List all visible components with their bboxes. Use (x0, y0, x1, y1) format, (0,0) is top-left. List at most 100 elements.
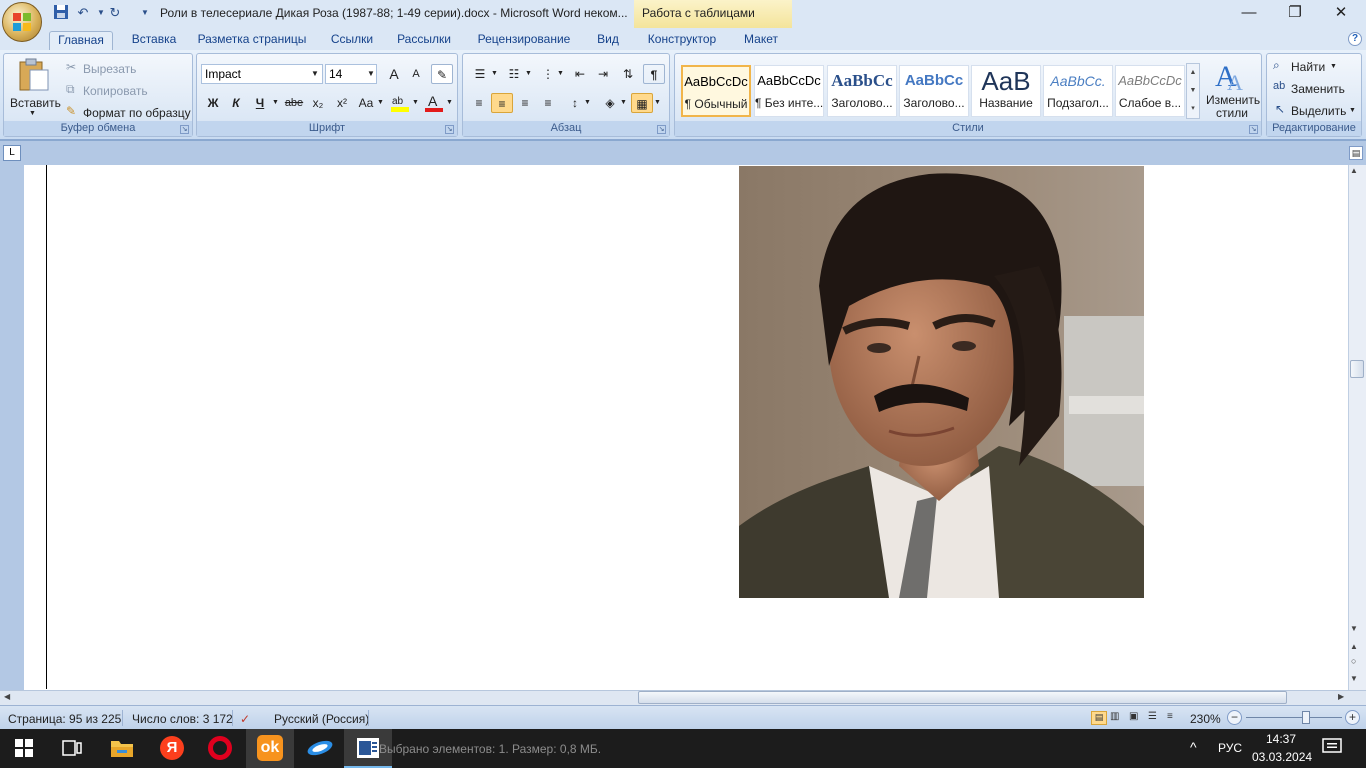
yandex-browser-icon[interactable]: Я (148, 729, 196, 768)
redo-icon[interactable]: ↻ (106, 4, 124, 22)
language-indicator[interactable]: Русский (Россия) (274, 712, 369, 726)
font-color-icon[interactable]: A (423, 92, 445, 114)
change-styles-button[interactable]: Изменить стили (1206, 94, 1260, 120)
tab-layout[interactable]: Макет (738, 31, 784, 50)
style-normal[interactable]: AaBbCcDc ¶ Обычный (681, 65, 751, 117)
zoom-out-icon[interactable]: − (1227, 710, 1242, 725)
clock-time[interactable]: 14:37 (1266, 732, 1296, 746)
italic-button[interactable]: К (225, 93, 247, 113)
file-explorer-icon[interactable] (98, 729, 146, 768)
paste-icon[interactable] (16, 58, 52, 92)
full-screen-reading-icon[interactable]: ▥ (1110, 711, 1119, 722)
bullets-dropdown-icon[interactable]: ▼ (491, 70, 498, 77)
view-ruler-icon[interactable]: ▤ (1349, 146, 1363, 160)
style-subtle-emphasis[interactable]: AaBbCcDc Слабое в... (1115, 65, 1185, 117)
tab-mailings[interactable]: Рассылки (392, 31, 456, 50)
browser-app-icon[interactable] (296, 729, 344, 768)
tab-review[interactable]: Рецензирование (470, 31, 578, 50)
minimize-button[interactable]: — (1226, 0, 1272, 28)
vertical-scroll-thumb[interactable] (1350, 360, 1364, 378)
clock-date[interactable]: 03.03.2024 (1252, 750, 1312, 764)
numbering-icon[interactable]: ☷ (503, 64, 525, 84)
borders-dropdown-icon[interactable]: ▼ (654, 99, 661, 106)
sort-icon[interactable]: ⇅ (617, 64, 639, 84)
copy-button[interactable]: Копировать (83, 84, 148, 98)
font-name-input[interactable]: Impact (201, 64, 323, 84)
outline-view-icon[interactable]: ☰ (1148, 711, 1157, 722)
scroll-right-icon[interactable]: ▶ (1338, 692, 1344, 701)
portrait-photo[interactable] (739, 166, 1144, 598)
multilevel-dropdown-icon[interactable]: ▼ (557, 70, 564, 77)
bold-button[interactable]: Ж (202, 93, 224, 113)
previous-page-icon[interactable]: ▲ (1350, 642, 1358, 651)
strikethrough-button[interactable]: abe (283, 93, 305, 113)
page-count[interactable]: Страница: 95 из 225 (8, 712, 121, 726)
font-size-dropdown-icon[interactable]: ▼ (367, 69, 375, 78)
change-styles-icon[interactable]: AA (1213, 58, 1249, 95)
font-color-dropdown-icon[interactable]: ▼ (446, 99, 453, 106)
draft-view-icon[interactable]: ≡ (1167, 711, 1173, 722)
superscript-button[interactable]: x² (331, 93, 353, 113)
word-count[interactable]: Число слов: 3 172 (132, 712, 233, 726)
paste-button[interactable]: Вставить (10, 96, 61, 110)
cut-button[interactable]: Вырезать (83, 62, 136, 76)
find-button[interactable]: Найти (1291, 60, 1325, 74)
show-marks-button[interactable]: ¶ (643, 64, 665, 84)
odnoklassniki-icon[interactable]: ok (246, 729, 294, 768)
style-title[interactable]: AaB Название (971, 65, 1041, 117)
office-button[interactable] (2, 2, 42, 42)
align-right-icon[interactable]: ≡ (514, 93, 536, 113)
opera-icon[interactable] (196, 729, 244, 768)
grow-font-button[interactable]: A (383, 64, 405, 84)
input-language[interactable]: РУС (1218, 741, 1242, 755)
tab-view[interactable]: Вид (592, 31, 624, 50)
clipboard-launcher-icon[interactable]: ↘ (180, 125, 189, 134)
underline-button[interactable]: Ч (249, 93, 271, 113)
borders-icon[interactable]: ▦ (631, 93, 653, 113)
horizontal-scroll-thumb[interactable] (638, 691, 1287, 704)
vertical-scrollbar[interactable] (1348, 165, 1366, 690)
next-page-icon[interactable]: ▼ (1350, 674, 1358, 683)
task-view-icon[interactable] (48, 729, 96, 768)
show-hidden-icons-icon[interactable]: ^ (1190, 739, 1197, 755)
select-dropdown-icon[interactable]: ▼ (1349, 107, 1356, 114)
shading-icon[interactable]: ◈ (599, 93, 621, 113)
line-spacing-dropdown-icon[interactable]: ▼ (584, 99, 591, 106)
customize-qat-icon[interactable]: ▼ (136, 4, 154, 22)
select-button[interactable]: Выделить (1291, 104, 1346, 118)
tab-insert[interactable]: Вставка (122, 31, 186, 50)
shrink-font-button[interactable]: A (405, 64, 427, 84)
font-launcher-icon[interactable]: ↘ (445, 125, 454, 134)
style-subtitle[interactable]: AaBbCc. Подзагол... (1043, 65, 1113, 117)
clear-formatting-icon[interactable]: ✎ (431, 64, 453, 84)
justify-icon[interactable]: ≡ (537, 93, 559, 113)
highlight-icon[interactable]: ab (389, 92, 411, 114)
zoom-in-icon[interactable]: + (1345, 710, 1360, 725)
scroll-down-icon[interactable]: ▼ (1350, 624, 1358, 633)
notifications-icon[interactable] (1322, 738, 1342, 756)
tab-stop-selector[interactable]: L (3, 145, 21, 161)
line-spacing-icon[interactable]: ↕ (564, 93, 586, 113)
styles-scroll[interactable]: ▲ ▼ ▾ (1186, 63, 1200, 119)
align-center-icon[interactable]: ≡ (491, 93, 513, 113)
change-case-button[interactable]: Aa (355, 93, 377, 113)
style-no-spacing[interactable]: AaBbCcDc ¶ Без инте... (754, 65, 824, 117)
close-button[interactable]: ✕ (1318, 0, 1364, 28)
zoom-slider-thumb[interactable] (1302, 711, 1310, 724)
tab-design[interactable]: Конструктор (642, 31, 722, 50)
print-layout-icon[interactable]: ▤ (1091, 711, 1107, 725)
underline-dropdown-icon[interactable]: ▼ (272, 99, 279, 106)
highlight-dropdown-icon[interactable]: ▼ (412, 99, 419, 106)
numbering-dropdown-icon[interactable]: ▼ (525, 70, 532, 77)
zoom-slider-track[interactable] (1246, 717, 1342, 718)
proofing-icon[interactable]: ✓ (240, 712, 250, 726)
decrease-indent-icon[interactable]: ⇤ (569, 64, 591, 84)
change-case-dropdown-icon[interactable]: ▼ (377, 99, 384, 106)
help-icon[interactable]: ? (1348, 32, 1362, 46)
scroll-up-icon[interactable]: ▲ (1350, 166, 1358, 175)
windows-start-icon[interactable] (0, 729, 48, 768)
tab-page-layout[interactable]: Разметка страницы (194, 31, 310, 50)
maximize-button[interactable]: ❐ (1272, 0, 1318, 28)
web-layout-icon[interactable]: ▣ (1129, 711, 1138, 722)
multilevel-list-icon[interactable]: ⋮ (537, 64, 559, 84)
